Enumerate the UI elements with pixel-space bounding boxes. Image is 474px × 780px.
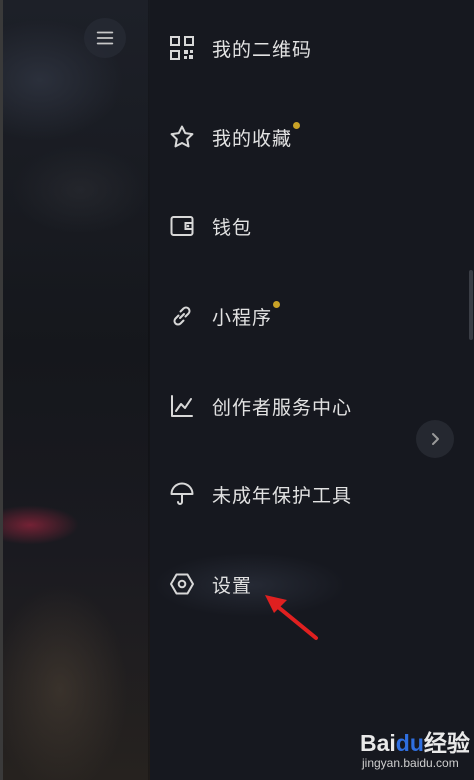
scrollbar[interactable] — [469, 270, 473, 340]
hamburger-icon — [96, 31, 114, 45]
blurred-background — [0, 0, 160, 780]
menu-item-wallet[interactable]: 钱包 — [150, 196, 474, 256]
hamburger-menu-button[interactable] — [84, 18, 126, 58]
watermark-url: jingyan.baidu.com — [362, 756, 459, 770]
menu-item-minor-protection[interactable]: 未成年保护工具 — [150, 464, 474, 524]
link-icon — [168, 302, 196, 330]
red-arrow-annotation — [265, 595, 318, 640]
menu-item-mini-programs[interactable]: 小程序 — [150, 286, 474, 346]
chart-icon — [168, 392, 196, 420]
menu-item-favorites[interactable]: 我的收藏 — [150, 107, 474, 167]
expand-button[interactable] — [416, 420, 454, 458]
star-icon — [168, 123, 196, 151]
baidu-watermark: Baidu经验 jingyan.baidu.com — [356, 722, 472, 778]
window-edge — [0, 0, 3, 780]
wallet-icon — [168, 212, 196, 240]
menu-item-label: 小程序 — [212, 300, 281, 330]
umbrella-icon — [168, 480, 196, 508]
notification-dot — [293, 121, 301, 129]
menu-item-label: 设置 — [212, 574, 253, 597]
menu-item-label: 我的二维码 — [212, 38, 313, 61]
menu-item-label: 我的收藏 — [212, 121, 301, 151]
chevron-right-icon — [432, 433, 439, 445]
watermark-logo: Baidu经验 — [360, 730, 470, 756]
menu-item-label: 未成年保护工具 — [212, 484, 353, 507]
menu-item-qr-code[interactable]: 我的二维码 — [150, 18, 474, 78]
notification-dot — [273, 300, 281, 308]
menu-item-label: 钱包 — [212, 216, 253, 239]
qr-code-icon — [168, 34, 196, 62]
menu-item-label: 创作者服务中心 — [212, 396, 353, 419]
settings-icon — [168, 570, 196, 598]
